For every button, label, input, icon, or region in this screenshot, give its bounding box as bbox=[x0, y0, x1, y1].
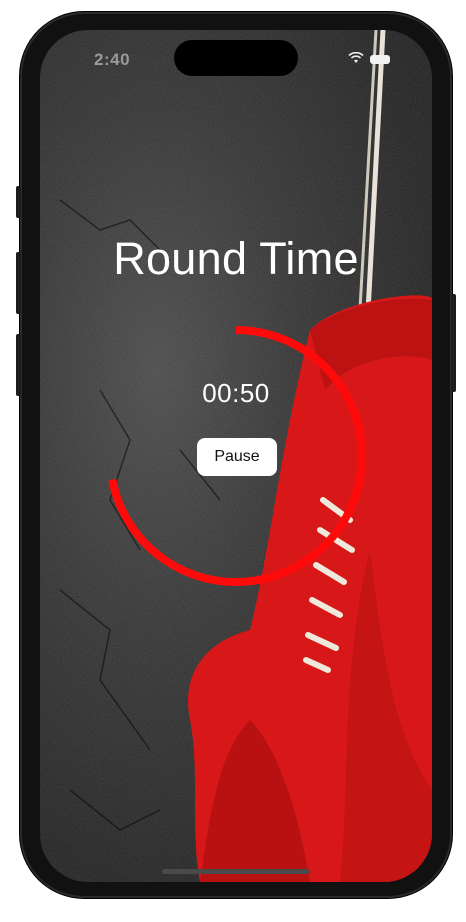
wifi-icon bbox=[348, 52, 364, 63]
silent-switch bbox=[16, 186, 21, 218]
battery-icon bbox=[370, 55, 390, 64]
timer-display: 00:50 bbox=[202, 378, 270, 408]
home-indicator[interactable] bbox=[162, 869, 310, 874]
app-screen: 2:40 Round Time 00:50 Pause bbox=[40, 30, 432, 882]
page-title: Round Time bbox=[113, 233, 359, 284]
status-time: 2:40 bbox=[94, 50, 131, 69]
power-button bbox=[451, 294, 456, 392]
volume-down-button bbox=[16, 334, 21, 396]
pause-button[interactable]: Pause bbox=[197, 438, 277, 476]
volume-up-button bbox=[16, 252, 21, 314]
dynamic-island bbox=[174, 40, 298, 76]
